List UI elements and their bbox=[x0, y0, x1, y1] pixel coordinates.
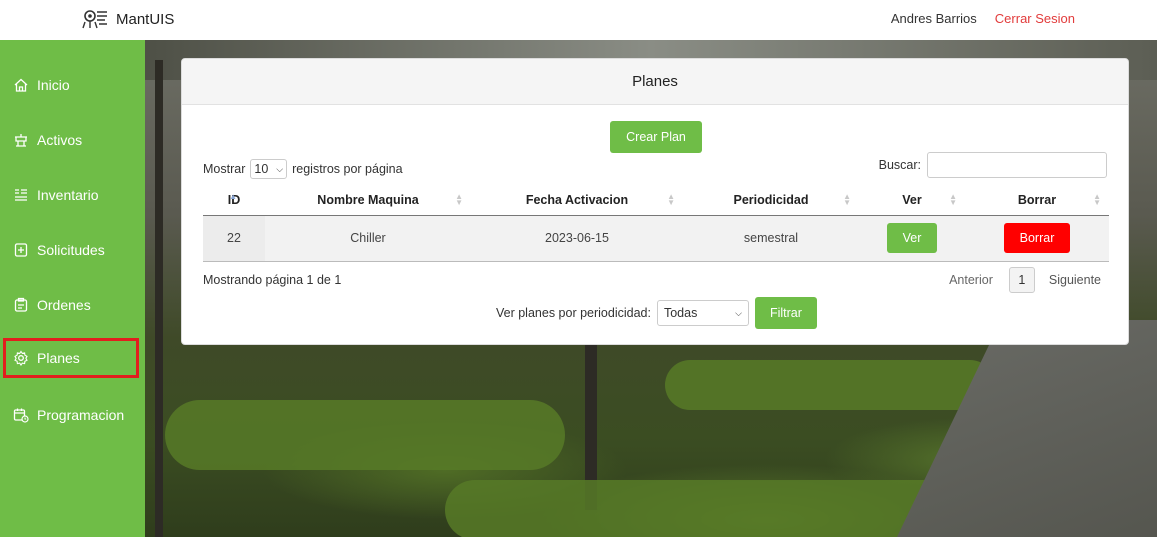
view-button[interactable]: Ver bbox=[887, 223, 937, 253]
photo-hedge bbox=[665, 360, 995, 410]
period-select[interactable]: Todas ⌵ bbox=[656, 300, 749, 326]
user-area: Andres Barrios Cerrar Sesion bbox=[891, 11, 1075, 26]
column-header-ver[interactable]: Ver ▲ ▼ bbox=[859, 185, 965, 216]
cell-name: Chiller bbox=[265, 215, 471, 262]
search-input[interactable] bbox=[927, 152, 1107, 178]
sort-icon: ▲ ▼ bbox=[667, 192, 675, 207]
page-length-value: 10 bbox=[254, 162, 269, 176]
logout-link[interactable]: Cerrar Sesion bbox=[995, 11, 1075, 26]
plans-card: Planes Crear Plan Mostrar 10 ⌵ registros… bbox=[181, 58, 1129, 345]
period-select-value: Todas bbox=[663, 306, 698, 320]
table-row: 22 Chiller 2023-06-15 semestral Ver Borr… bbox=[203, 215, 1109, 262]
sort-asc-icon: ▲ bbox=[229, 192, 237, 201]
inventory-icon bbox=[15, 189, 27, 201]
sort-icon: ▲ ▼ bbox=[455, 192, 463, 207]
plans-table: ID ▲ Nombre Maquina ▲ ▼ Fecha Activacion … bbox=[203, 185, 1109, 262]
asset-icon bbox=[15, 134, 27, 147]
cell-view: Ver bbox=[859, 215, 965, 262]
cell-id: 22 bbox=[203, 215, 265, 262]
photo-hedge bbox=[165, 400, 565, 470]
sidebar-item-label: Inventario bbox=[37, 187, 99, 203]
sidebar-item-label: Activos bbox=[37, 132, 83, 148]
sidebar-item-label: Solicitudes bbox=[37, 242, 105, 258]
cell-delete: Borrar bbox=[965, 215, 1109, 262]
cell-date: 2023-06-15 bbox=[471, 215, 683, 262]
period-filter-label: Ver planes por periodicidad: bbox=[496, 306, 651, 320]
sidebar-item-inicio[interactable]: Inicio bbox=[3, 65, 139, 105]
sidebar-item-solicitudes[interactable]: Solicitudes bbox=[3, 230, 139, 270]
column-header-nombre[interactable]: Nombre Maquina ▲ ▼ bbox=[265, 185, 471, 216]
length-prefix: Mostrar bbox=[203, 162, 246, 176]
length-suffix: registros por página bbox=[292, 162, 403, 176]
robot-logo-icon bbox=[80, 8, 110, 30]
column-header-id[interactable]: ID ▲ bbox=[203, 185, 265, 216]
sidebar-item-label: Inicio bbox=[37, 77, 70, 93]
photo-pole bbox=[155, 60, 163, 537]
sidebar-item-inventario[interactable]: Inventario bbox=[3, 175, 139, 215]
pagination-previous[interactable]: Anterior bbox=[941, 273, 1001, 287]
card-title: Planes bbox=[182, 59, 1128, 105]
page-length-select[interactable]: 10 ⌵ bbox=[250, 159, 288, 179]
column-header-fecha[interactable]: Fecha Activacion ▲ ▼ bbox=[471, 185, 683, 216]
cell-period: semestral bbox=[683, 215, 859, 262]
calendar-icon bbox=[13, 408, 29, 423]
column-header-borrar[interactable]: Borrar ▲ ▼ bbox=[965, 185, 1109, 216]
request-icon bbox=[14, 243, 28, 257]
create-plan-button[interactable]: Crear Plan bbox=[610, 121, 702, 153]
sidebar-item-label: Planes bbox=[37, 350, 80, 366]
sort-icon: ▲ ▼ bbox=[949, 192, 957, 207]
page-length-control: Mostrar 10 ⌵ registros por página bbox=[203, 159, 403, 179]
search-label: Buscar: bbox=[878, 158, 921, 172]
sort-icon: ▲ ▼ bbox=[843, 192, 851, 207]
gear-icon bbox=[14, 350, 28, 366]
pagination-next[interactable]: Siguiente bbox=[1043, 273, 1107, 287]
search-control: Buscar: bbox=[879, 152, 1107, 178]
top-bar: MantUIS Andres Barrios Cerrar Sesion bbox=[0, 0, 1157, 40]
table-info: Mostrando página 1 de 1 bbox=[203, 273, 342, 287]
chevron-down-icon: ⌵ bbox=[735, 307, 742, 318]
delete-button[interactable]: Borrar bbox=[1004, 223, 1070, 253]
column-header-periodicidad[interactable]: Periodicidad ▲ ▼ bbox=[683, 185, 859, 216]
orders-icon bbox=[14, 297, 28, 312]
photo-path bbox=[897, 320, 1157, 537]
user-name: Andres Barrios bbox=[890, 11, 977, 26]
chevron-down-icon: ⌵ bbox=[276, 163, 284, 174]
sidebar-item-planes[interactable]: Planes bbox=[3, 338, 139, 378]
pagination: Anterior 1 Siguiente bbox=[941, 267, 1107, 293]
pagination-page-1[interactable]: 1 bbox=[1008, 267, 1035, 293]
sidebar-item-label: Ordenes bbox=[37, 297, 91, 313]
sidebar: Inicio Activos Inventario Solicitudes Or… bbox=[0, 40, 145, 537]
sort-icon: ▲ ▼ bbox=[1093, 192, 1101, 207]
sidebar-item-activos[interactable]: Activos bbox=[3, 120, 139, 160]
period-filter: Ver planes por periodicidad: Todas ⌵ Fil… bbox=[496, 297, 817, 329]
filter-button[interactable]: Filtrar bbox=[754, 297, 817, 329]
sidebar-item-programacion[interactable]: Programacion bbox=[3, 395, 139, 435]
sidebar-item-label: Programacion bbox=[37, 407, 125, 423]
brand[interactable]: MantUIS bbox=[80, 8, 174, 30]
home-icon bbox=[14, 78, 28, 92]
sidebar-item-ordenes[interactable]: Ordenes bbox=[3, 285, 139, 325]
brand-name: MantUIS bbox=[116, 10, 175, 28]
